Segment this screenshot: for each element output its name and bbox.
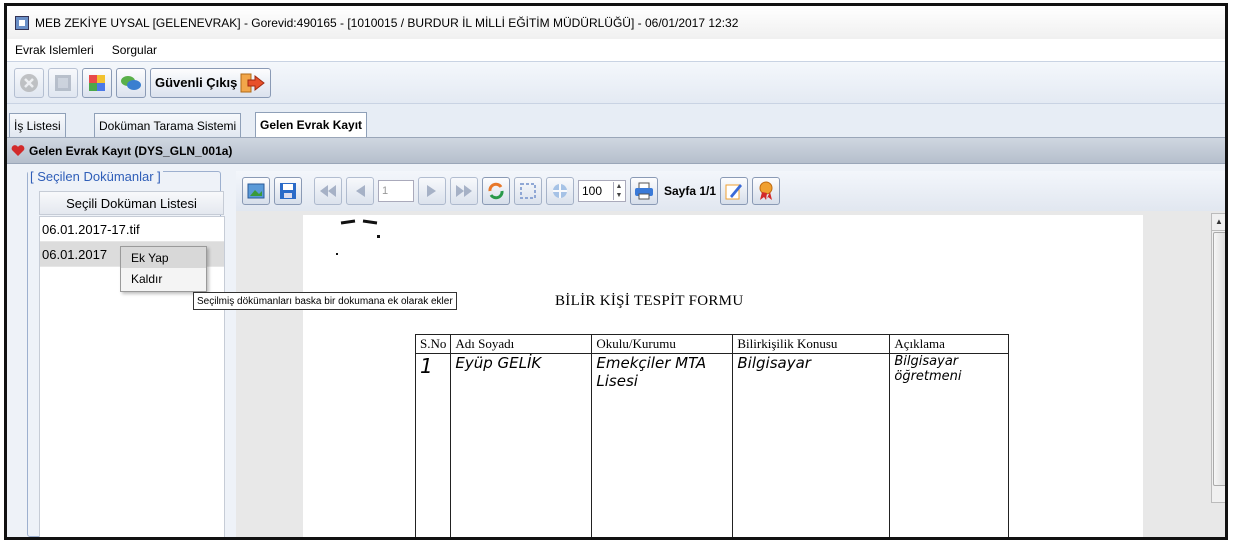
stop-icon [20,73,38,92]
col-adi-soyadi: Adı Soyadı [450,334,593,354]
form-table: S.No Adı Soyadı Okulu/Kurumu Bilirkişili… [414,334,1010,537]
exit-arrow-icon [240,73,266,92]
menu-evrak-islemleri[interactable]: Evrak Islemleri [15,43,94,57]
first-page-button[interactable] [314,177,342,205]
list-header: Seçili Doküman Listesi [39,191,224,215]
image-icon [247,183,265,199]
zoom-spinner[interactable]: ▲ ▼ [613,182,624,200]
main-toolbar: Güvenli Çıkış [7,62,1225,104]
ribbon-icon [759,181,773,200]
rotate-icon [488,182,504,200]
pencil-icon [725,184,743,200]
annotate-button[interactable] [720,177,749,205]
page-indicator: Sayfa 1/1 [664,184,717,198]
context-item-ek-yap[interactable]: Ek Yap [121,247,206,268]
scan-marks [336,219,380,255]
scroll-thumb[interactable] [1213,232,1225,486]
scan-button[interactable] [48,67,78,98]
form-title: BİLİR KİŞİ TESPİT FORMU [555,293,744,309]
zoom-input[interactable]: 100 ▲ ▼ [578,180,626,202]
expand-icon [553,184,567,198]
chat-icon [121,75,141,90]
fit-page-button[interactable] [514,177,542,205]
secure-exit-button[interactable]: Güvenli Çıkış [150,67,272,98]
last-page-button[interactable] [450,177,478,205]
col-aciklama: Açıklama [889,334,1010,354]
left-arrow-icon [356,185,365,197]
document-viewer: 1 100 ▲ ▼ Sayfa 1/1 BİLİR KİŞİ TESPİT FO… [236,171,1225,537]
menu-sorgular[interactable]: Sorgular [112,43,157,57]
secure-exit-label: Güvenli Çıkış [155,75,238,90]
panel-header: Gelen Evrak Kayıt (DYS_GLN_001a) [7,137,1225,164]
tab-dokuman-tarama[interactable]: Doküman Tarama Sistemi [94,113,242,137]
scroll-up-icon[interactable]: ▲ [1212,214,1225,231]
messages-button[interactable] [116,67,146,98]
right-arrow-icon [427,185,436,197]
tab-is-listesi[interactable]: İş Listesi [9,113,66,137]
cell-aciklama: Bilgisayar öğretmeni [889,353,1010,537]
fit-width-button[interactable] [546,177,574,205]
double-left-arrow-icon [320,185,336,197]
col-bilirkisilik-konusu: Bilirkişilik Konusu [732,334,891,354]
scan-icon [55,74,71,91]
group-title: [ Seçilen Dokümanlar ] [28,169,163,184]
color-tool-button[interactable] [82,67,112,98]
certificate-button[interactable] [752,177,781,205]
page-number-input[interactable]: 1 [378,180,414,202]
tab-strip: İş Listesi Doküman Tarama Sistemi Gelen … [7,104,1225,137]
next-page-button[interactable] [418,177,446,205]
fit-icon [520,183,536,199]
list-item[interactable]: 06.01.2017-17.tif [40,217,224,242]
title-bar: MEB ZEKİYE UYSAL [GELENEVRAK] - Gorevid:… [7,6,1225,39]
context-item-kaldir[interactable]: Kaldır [121,268,206,289]
col-okulu-kurumu: Okulu/Kurumu [591,334,734,354]
viewer-toolbar: 1 100 ▲ ▼ Sayfa 1/1 [236,171,1225,211]
vertical-scrollbar[interactable]: ▲ [1211,213,1225,503]
tooltip: Seçilmiş dökümanları baska bir dokumana … [193,292,457,310]
selected-documents-pane: [ Seçilen Dokümanlar ] Seçili Doküman Li… [27,169,227,537]
cell-bilirkisilik-konusu: Bilgisayar [732,353,891,537]
app-window: MEB ZEKİYE UYSAL [GELENEVRAK] - Gorevid:… [4,3,1228,540]
open-button[interactable] [242,177,270,205]
cell-sno: 1 [414,353,452,537]
save-button[interactable] [274,177,302,205]
cell-okulu-kurumu: Emekçiler MTA Lisesi [591,353,734,537]
print-button[interactable] [630,177,658,205]
menu-bar: Evrak Islemleri Sorgular [7,39,1225,62]
floppy-icon [280,183,296,199]
panel-title: Gelen Evrak Kayıt (DYS_GLN_001a) [29,143,233,158]
cell-adi-soyadi: Eyüp GELİK [450,353,593,537]
zoom-value: 100 [582,184,603,198]
printer-icon [635,182,653,200]
prev-page-button[interactable] [346,177,374,205]
palette-icon [89,74,105,91]
rotate-button[interactable] [482,177,510,205]
scanned-page: BİLİR KİŞİ TESPİT FORMU S.No Adı Soyadı … [303,215,1143,537]
document-canvas[interactable]: BİLİR KİŞİ TESPİT FORMU S.No Adı Soyadı … [236,211,1225,537]
window-title: MEB ZEKİYE UYSAL [GELENEVRAK] - Gorevid:… [35,15,739,30]
app-icon [15,15,29,30]
tab-gelen-evrak-kayit[interactable]: Gelen Evrak Kayıt [255,112,368,137]
context-menu: Ek Yap Kaldır [120,246,207,292]
heart-icon [11,144,25,156]
double-right-arrow-icon [456,185,472,197]
col-sno: S.No [414,334,452,354]
stop-button[interactable] [14,67,44,98]
